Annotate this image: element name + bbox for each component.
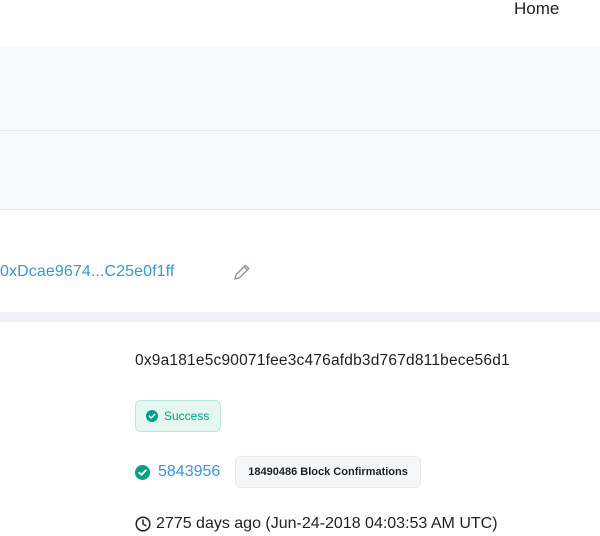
nav-home-link[interactable]: Home (514, 0, 559, 19)
status-badge: Success (135, 400, 222, 432)
info-band (0, 46, 600, 131)
clock-icon (135, 516, 151, 532)
check-circle-icon (146, 410, 158, 422)
timestamp-label: 2775 days ago (Jun-24-2018 04:03:53 AM U… (156, 515, 498, 532)
section-divider (0, 312, 600, 322)
info-band (0, 131, 600, 210)
address-link[interactable]: 0xDcae9674...C25e0f1ff (0, 263, 174, 281)
top-navbar: Home (0, 0, 600, 46)
block-confirmations-badge: 18490486 Block Confirmations (235, 456, 421, 488)
check-circle-icon (135, 464, 150, 480)
block-row: 5843956 18490486 Block Confirmations (135, 456, 421, 488)
block-number-link[interactable]: 5843956 (158, 463, 220, 481)
address-row: 0xDcae9674...C25e0f1ff (0, 210, 600, 312)
pencil-icon[interactable] (232, 262, 252, 282)
transaction-hash: 0x9a181e5c90071fee3c476afdb3d767d811bece… (135, 352, 510, 369)
timestamp-row: 2775 days ago (Jun-24-2018 04:03:53 AM U… (135, 515, 498, 533)
status-label: Success (164, 409, 210, 423)
